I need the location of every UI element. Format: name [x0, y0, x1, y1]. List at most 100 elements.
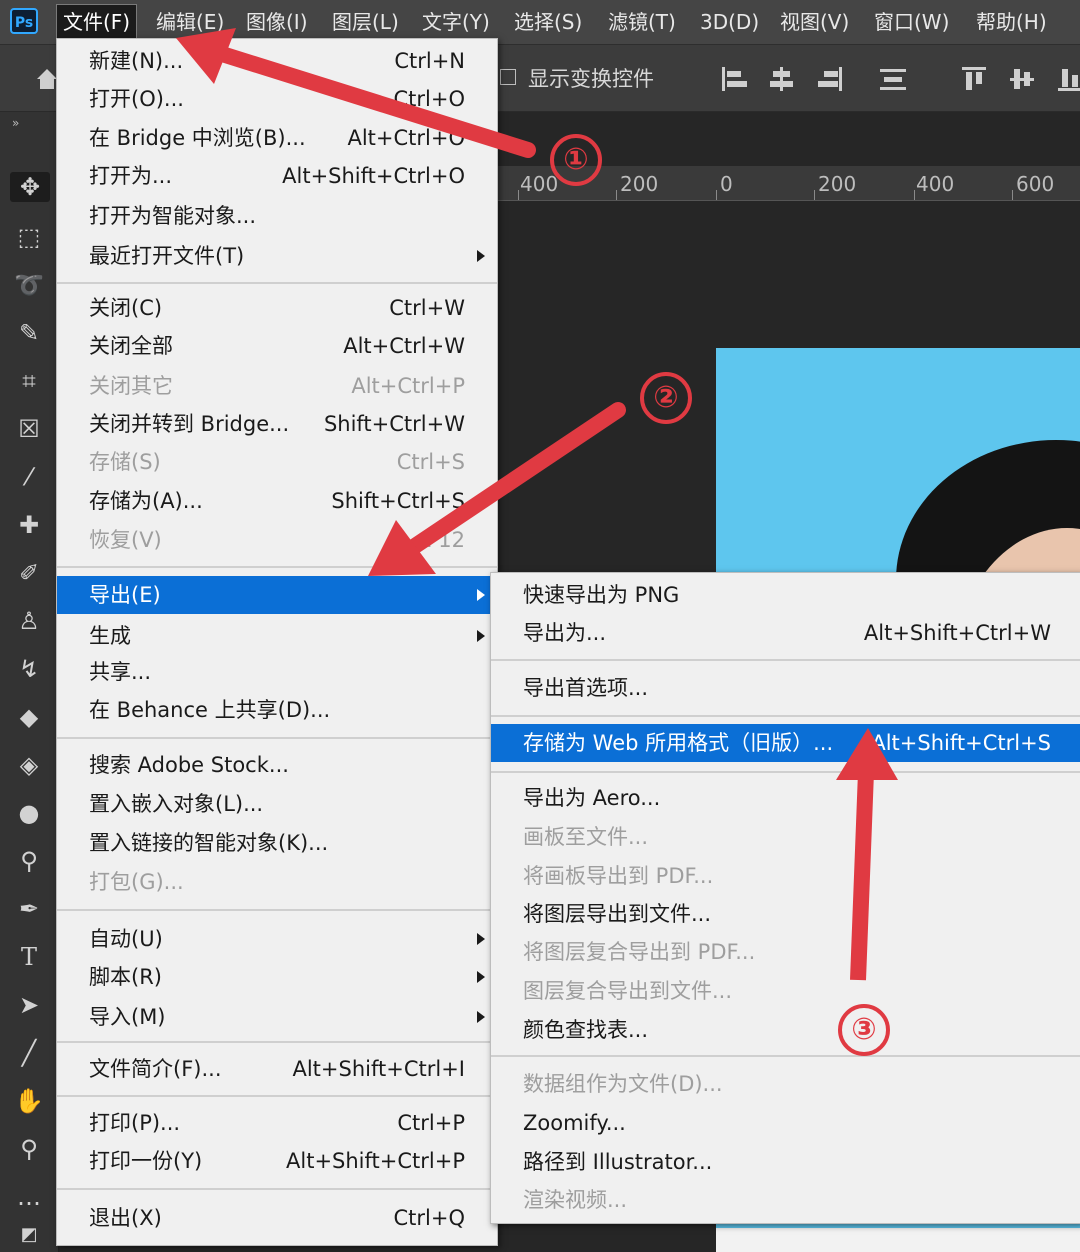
menu-item-package[interactable]: 打包(G)...	[57, 863, 497, 901]
submenu-item-layer-comps-to-files[interactable]: 图层复合导出到文件...	[491, 972, 1080, 1010]
menu-window[interactable]: 窗口(W)	[874, 0, 949, 44]
submenu-item-export-aero[interactable]: 导出为 Aero...	[491, 779, 1080, 817]
submenu-item-export-preferences[interactable]: 导出首选项...	[491, 669, 1080, 707]
ruler-label: 0	[720, 172, 733, 196]
history-brush-tool-icon[interactable]: ↯	[14, 654, 44, 684]
lasso-tool-icon[interactable]: ➰	[14, 270, 44, 300]
menu-item-share[interactable]: 共享...	[57, 653, 497, 691]
line-tool-icon[interactable]: ╱	[14, 1038, 44, 1068]
ruler-label: 200	[620, 172, 659, 196]
distribute-icon[interactable]	[880, 67, 906, 91]
align-right-icon[interactable]	[818, 67, 842, 91]
menu-help[interactable]: 帮助(H)	[976, 0, 1047, 44]
menu-separator	[57, 566, 497, 568]
menu-item-search-stock[interactable]: 搜索 Adobe Stock...	[57, 746, 497, 784]
submenu-item-export-as[interactable]: 导出为... Alt+Shift+Ctrl+W	[491, 614, 1080, 652]
align-bottom-icon[interactable]	[1058, 67, 1080, 91]
submenu-item-render-video[interactable]: 渲染视频...	[491, 1181, 1080, 1219]
submenu-item-data-sets-as-files[interactable]: 数据组作为文件(D)...	[491, 1065, 1080, 1103]
menu-separator	[491, 659, 1080, 661]
menu-item-exit[interactable]: 退出(X) Ctrl+Q	[57, 1199, 497, 1237]
more-tools-icon[interactable]: …	[14, 1182, 44, 1212]
menu-item-automate[interactable]: 自动(U)	[57, 920, 497, 958]
menu-separator	[57, 1095, 497, 1097]
align-center-icon[interactable]	[770, 67, 794, 91]
menu-item-generate[interactable]: 生成	[57, 617, 497, 655]
brush-tool-icon[interactable]: ✐	[14, 558, 44, 588]
submenu-arrow-icon	[477, 1011, 485, 1023]
submenu-item-layer-comps-to-pdf[interactable]: 将图层复合导出到 PDF...	[491, 933, 1080, 971]
eyedropper-tool-icon[interactable]: ⁄	[14, 462, 44, 492]
align-middle-icon[interactable]	[1010, 67, 1034, 91]
step-3-badge: ③	[838, 1004, 890, 1056]
menu-item-new[interactable]: 新建(N)... Ctrl+N	[57, 42, 497, 80]
menu-item-open-as[interactable]: 打开为... Alt+Shift+Ctrl+O	[57, 157, 497, 195]
menu-item-open-smart-object[interactable]: 打开为智能对象...	[57, 197, 497, 235]
menu-file[interactable]: 文件(F)	[56, 4, 138, 40]
submenu-arrow-icon	[477, 971, 485, 983]
menu-item-file-info[interactable]: 文件简介(F)... Alt+Shift+Ctrl+I	[57, 1050, 497, 1088]
menu-item-close-others[interactable]: 关闭其它 Alt+Ctrl+P	[57, 367, 497, 405]
pen-tool-icon[interactable]: ✒	[14, 894, 44, 924]
healing-brush-tool-icon[interactable]: ✚	[14, 510, 44, 540]
zoom-tool-icon[interactable]: ⚲	[14, 1134, 44, 1164]
home-icon[interactable]	[36, 67, 58, 91]
submenu-item-quick-export-png[interactable]: 快速导出为 PNG	[491, 576, 1080, 614]
show-transform-controls-checkbox[interactable]	[500, 69, 516, 85]
menu-item-scripts[interactable]: 脚本(R)	[57, 958, 497, 996]
color-swatch-icon[interactable]: ◩	[14, 1220, 44, 1250]
ruler-label: 400	[520, 172, 559, 196]
blur-tool-icon[interactable]: ●	[14, 798, 44, 828]
move-tool-icon[interactable]: ✥	[10, 172, 50, 202]
marquee-tool-icon[interactable]: ⬚	[14, 222, 44, 252]
submenu-item-artboards-to-files[interactable]: 画板至文件...	[491, 818, 1080, 856]
submenu-arrow-icon	[477, 250, 485, 262]
menu-item-print[interactable]: 打印(P)... Ctrl+P	[57, 1104, 497, 1142]
ruler-label: 400	[916, 172, 955, 196]
step-1-badge: ①	[550, 134, 602, 186]
menu-item-place-embedded[interactable]: 置入嵌入对象(L)...	[57, 785, 497, 823]
menu-separator	[491, 1055, 1080, 1057]
menu-separator	[57, 1041, 497, 1043]
paint-bucket-tool-icon[interactable]: ◈	[14, 750, 44, 780]
stamp-tool-icon[interactable]: ♙	[14, 606, 44, 636]
submenu-item-save-for-web[interactable]: 存储为 Web 所用格式（旧版）... Alt+Shift+Ctrl+S	[491, 724, 1080, 762]
menu-item-save-as[interactable]: 存储为(A)... Shift+Ctrl+S	[57, 482, 497, 520]
type-tool-icon[interactable]: T	[14, 942, 44, 972]
menu-item-close[interactable]: 关闭(C) Ctrl+W	[57, 289, 497, 327]
menu-item-close-go-bridge[interactable]: 关闭并转到 Bridge... Shift+Ctrl+W	[57, 405, 497, 443]
menu-select[interactable]: 选择(S)	[514, 0, 582, 44]
hand-tool-icon[interactable]: ✋	[14, 1086, 44, 1116]
eraser-tool-icon[interactable]: ◆	[14, 702, 44, 732]
crop-tool-icon[interactable]: ⌗	[14, 366, 44, 396]
menu-item-recent-files[interactable]: 最近打开文件(T)	[57, 237, 497, 275]
menu-item-browse-bridge[interactable]: 在 Bridge 中浏览(B)... Alt+Ctrl+O	[57, 119, 497, 157]
dodge-tool-icon[interactable]: ⚲	[14, 846, 44, 876]
menu-item-open[interactable]: 打开(O)... Ctrl+O	[57, 80, 497, 118]
menu-item-close-all[interactable]: 关闭全部 Alt+Ctrl+W	[57, 327, 497, 365]
menu-item-import[interactable]: 导入(M)	[57, 998, 497, 1036]
menu-item-place-linked[interactable]: 置入链接的智能对象(K)...	[57, 824, 497, 862]
submenu-item-paths-to-illustrator[interactable]: 路径到 Illustrator...	[491, 1143, 1080, 1181]
menu-item-revert[interactable]: 恢复(V) F12	[57, 521, 497, 559]
show-transform-controls-label: 显示变换控件	[528, 67, 654, 91]
quick-select-tool-icon[interactable]: ✎	[14, 318, 44, 348]
menu-item-share-behance[interactable]: 在 Behance 上共享(D)...	[57, 691, 497, 729]
menu-view[interactable]: 视图(V)	[780, 0, 849, 44]
submenu-item-layers-to-files[interactable]: 将图层导出到文件...	[491, 895, 1080, 933]
menu-item-export[interactable]: 导出(E)	[57, 576, 497, 614]
ruler-label: 200	[818, 172, 857, 196]
submenu-item-color-lookup-tables[interactable]: 颜色查找表...	[491, 1011, 1080, 1049]
submenu-item-artboards-to-pdf[interactable]: 将画板导出到 PDF...	[491, 857, 1080, 895]
submenu-item-zoomify[interactable]: Zoomify...	[491, 1104, 1080, 1142]
menu-filter[interactable]: 滤镜(T)	[608, 0, 676, 44]
frame-tool-icon[interactable]: ☒	[14, 414, 44, 444]
menu-separator	[57, 737, 497, 739]
menu-3d[interactable]: 3D(D)	[700, 0, 759, 44]
menu-item-print-one-copy[interactable]: 打印一份(Y) Alt+Shift+Ctrl+P	[57, 1142, 497, 1180]
align-left-icon[interactable]	[722, 67, 747, 91]
path-select-tool-icon[interactable]: ➤	[14, 990, 44, 1020]
collapse-icon[interactable]: »	[12, 116, 19, 130]
align-top-icon[interactable]	[962, 67, 986, 91]
menu-item-save[interactable]: 存储(S) Ctrl+S	[57, 443, 497, 481]
